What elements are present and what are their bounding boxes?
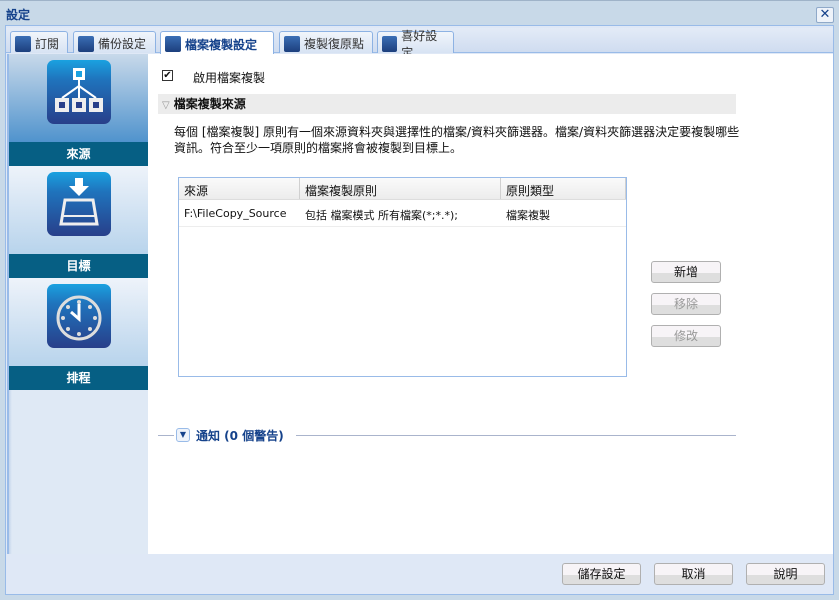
- tab-file-copy-settings[interactable]: 檔案複製設定: [160, 31, 274, 54]
- recovery-point-icon: [284, 35, 300, 52]
- sidebar-item-label: 排程: [9, 366, 148, 390]
- cell-source: F:\FileCopy_Source: [184, 207, 287, 220]
- tab-copy-recovery-point[interactable]: 複製復原點: [279, 31, 373, 53]
- column-header-source[interactable]: 來源: [179, 178, 300, 199]
- remove-button[interactable]: 移除: [651, 293, 721, 315]
- sidebar-item-label: 目標: [9, 254, 148, 278]
- tab-label: 檔案複製設定: [185, 37, 258, 52]
- backup-icon: [78, 35, 94, 52]
- policy-table: 來源 檔案複製原則 原則類型 F:\FileCopy_Source 包括 檔案模…: [178, 177, 627, 377]
- description-text: 每個 [檔案複製] 原則有一個來源資料夾與選擇性的檔案/資料夾篩選器。檔案/資料…: [174, 125, 740, 155]
- enable-file-copy-label: 啟用檔案複製: [193, 71, 266, 85]
- collapse-triangle-icon: ▽: [162, 100, 170, 111]
- section-title: 檔案複製來源: [173, 97, 246, 111]
- cancel-button[interactable]: 取消: [654, 563, 733, 585]
- divider: [296, 435, 736, 436]
- close-icon[interactable]: ✕: [816, 7, 834, 23]
- sidebar-item-schedule[interactable]: 排程: [9, 278, 148, 390]
- table-row[interactable]: F:\FileCopy_Source 包括 檔案模式 所有檔案(*;*.*); …: [179, 200, 626, 227]
- tab-bar: 訂閱 備份設定 檔案複製設定 複製復原點 喜好設定: [6, 28, 833, 60]
- enable-file-copy-checkbox[interactable]: ✔: [162, 70, 173, 81]
- save-settings-button[interactable]: 儲存設定: [562, 563, 641, 585]
- footer: 儲存設定 取消 說明: [6, 554, 833, 594]
- window-title: 設定: [6, 8, 31, 22]
- table-header: 來源 檔案複製原則 原則類型: [179, 178, 626, 200]
- sidebar: 來源 目標 排程: [7, 54, 148, 554]
- help-button[interactable]: 說明: [746, 563, 825, 585]
- column-header-policy[interactable]: 檔案複製原則: [300, 178, 501, 199]
- notification-section: ▼ 通知 (0 個警告): [158, 425, 736, 445]
- add-button[interactable]: 新增: [651, 261, 721, 283]
- sidebar-item-label: 來源: [9, 142, 148, 166]
- column-header-type[interactable]: 原則類型: [501, 178, 626, 199]
- file-copy-icon: [165, 36, 181, 52]
- divider: [158, 435, 174, 436]
- user-icon: [15, 35, 31, 52]
- modify-button[interactable]: 修改: [651, 325, 721, 347]
- tab-label: 複製復原點: [304, 37, 365, 51]
- drive-download-icon: [47, 172, 111, 236]
- cell-policy: 包括 檔案模式 所有檔案(*;*.*);: [305, 209, 458, 222]
- sidebar-item-destination[interactable]: 目標: [9, 166, 148, 278]
- tab-subscription[interactable]: 訂閱: [10, 31, 68, 53]
- clock-icon: [47, 284, 111, 348]
- settings-dialog: 訂閱 備份設定 檔案複製設定 複製復原點 喜好設定 來源 目標 排程 ✔ 啟用檔…: [5, 25, 834, 595]
- expand-chevron-icon[interactable]: ▼: [176, 428, 190, 442]
- title-bar: 設定 ✕: [0, 0, 839, 25]
- tab-preferences[interactable]: 喜好設定: [377, 29, 454, 60]
- gear-icon: [382, 35, 398, 52]
- tab-label: 備份設定: [98, 37, 147, 51]
- sidebar-item-source[interactable]: 來源: [9, 54, 148, 166]
- hierarchy-icon: [47, 60, 111, 124]
- tab-label: 訂閱: [35, 37, 60, 51]
- main-panel: ✔ 啟用檔案複製 ▽ 檔案複製來源 每個 [檔案複製] 原則有一個來源資料夾與選擇…: [148, 54, 833, 554]
- section-header-source[interactable]: ▽ 檔案複製來源: [158, 94, 736, 114]
- tab-backup-settings[interactable]: 備份設定: [73, 31, 156, 53]
- notification-title: 通知 (0 個警告): [196, 429, 284, 443]
- cell-type: 檔案複製: [506, 209, 550, 222]
